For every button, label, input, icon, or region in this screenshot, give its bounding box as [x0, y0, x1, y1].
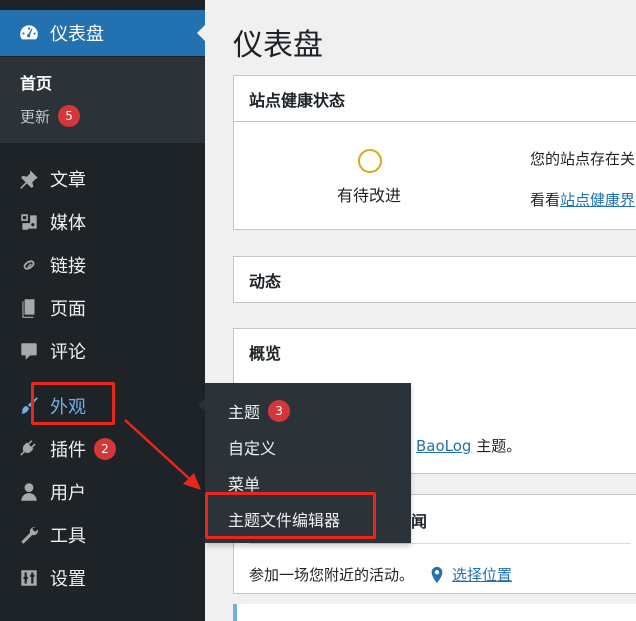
menu-media-label: 媒体: [50, 212, 86, 234]
events-title-fragment: 闻: [411, 512, 428, 531]
location-pin-icon: [428, 566, 446, 584]
settings-icon: [17, 566, 41, 590]
menu-plugins[interactable]: 插件 2: [0, 427, 205, 470]
menu-appearance-label: 外观: [50, 396, 86, 418]
flyout-theme-file-editor-label: 主题文件编辑器: [228, 511, 341, 530]
flyout-themes-label: 主题: [228, 403, 261, 422]
menu-links[interactable]: 链接: [0, 243, 205, 286]
select-location-link[interactable]: 选择位置: [452, 564, 512, 585]
flyout-menus-label: 菜单: [228, 475, 261, 494]
flyout-theme-file-editor[interactable]: 主题文件编辑器: [228, 507, 340, 531]
menu-tools[interactable]: 工具: [0, 513, 205, 556]
submenu-updates[interactable]: 更新 5: [20, 105, 81, 127]
flyout-menus[interactable]: 菜单: [228, 471, 260, 495]
comment-icon: [17, 339, 41, 363]
menu-media[interactable]: 媒体: [0, 200, 205, 243]
page-icon: [17, 296, 41, 320]
flyout-customize[interactable]: 自定义: [228, 435, 276, 459]
paintbrush-icon: [17, 394, 41, 418]
flyout-customize-label: 自定义: [228, 439, 277, 458]
updates-count-badge: 5: [58, 105, 81, 127]
menu-comments[interactable]: 评论: [0, 329, 205, 372]
page-title: 仪表盘: [233, 28, 323, 63]
menu-pages-label: 页面: [50, 298, 86, 320]
menu-posts[interactable]: 文章: [0, 157, 205, 200]
health-status-label: 有待改进: [337, 186, 402, 205]
events-divider: [249, 543, 631, 544]
dashboard-icon: [17, 21, 41, 45]
pushpin-icon: [17, 167, 41, 191]
flyout-themes[interactable]: 主题 3: [228, 399, 291, 423]
health-description: 您的站点存在关: [530, 150, 636, 168]
site-health-panel: 站点健康状态 有待改进 您的站点存在关 看看站点健康界: [233, 75, 636, 230]
health-link-line: 看看站点健康界: [530, 189, 635, 210]
site-health-link[interactable]: 站点健康界: [560, 191, 635, 209]
appearance-flyout-menu: 主题 3 自定义 菜单 主题文件编辑器: [205, 383, 411, 543]
dashboard-submenu: 首页 更新 5: [0, 57, 205, 143]
menu-users[interactable]: 用户: [0, 470, 205, 513]
menu-comments-label: 评论: [50, 341, 86, 363]
menu-dashboard[interactable]: 仪表盘: [0, 10, 206, 56]
overview-title[interactable]: 概览: [234, 329, 636, 375]
submenu-home[interactable]: 首页: [20, 70, 52, 94]
menu-pages[interactable]: 页面: [0, 286, 205, 329]
theme-suffix: 主题。: [471, 437, 522, 455]
wrench-icon: [17, 523, 41, 547]
events-line: 参加一场您附近的活动。 选择位置: [249, 564, 512, 585]
menu-settings[interactable]: 设置: [0, 556, 205, 599]
themes-count-badge: 3: [268, 400, 291, 422]
admin-sidebar: 仪表盘 首页 更新 5 文章 媒体 链接 页面 评论 外观 插件 2 用户 工具…: [0, 0, 206, 621]
menu-settings-label: 设置: [50, 568, 86, 590]
site-health-title[interactable]: 站点健康状态: [234, 76, 636, 122]
menu-tools-label: 工具: [50, 525, 86, 547]
plugin-icon: [17, 437, 41, 461]
user-icon: [17, 480, 41, 504]
overview-theme-line: BaoLog 主题。: [416, 435, 521, 456]
health-status-ring: [358, 149, 382, 173]
events-text: 参加一场您附近的活动。: [249, 566, 415, 584]
bottom-panel-edge: [233, 604, 636, 621]
menu-plugins-label: 插件: [50, 439, 86, 461]
menu-posts-label: 文章: [50, 169, 86, 191]
menu-dashboard-label: 仪表盘: [50, 24, 104, 45]
link-icon: [17, 253, 41, 277]
health-link-prefix: 看看: [530, 191, 561, 209]
menu-appearance[interactable]: 外观: [0, 384, 206, 427]
theme-link[interactable]: BaoLog: [416, 437, 471, 455]
activity-panel: 动态: [233, 256, 636, 303]
media-icon: [17, 210, 41, 234]
menu-users-label: 用户: [50, 482, 86, 504]
submenu-updates-label: 更新: [20, 107, 51, 126]
activity-title[interactable]: 动态: [234, 257, 636, 303]
menu-links-label: 链接: [50, 255, 86, 277]
plugins-count-badge: 2: [94, 437, 116, 460]
